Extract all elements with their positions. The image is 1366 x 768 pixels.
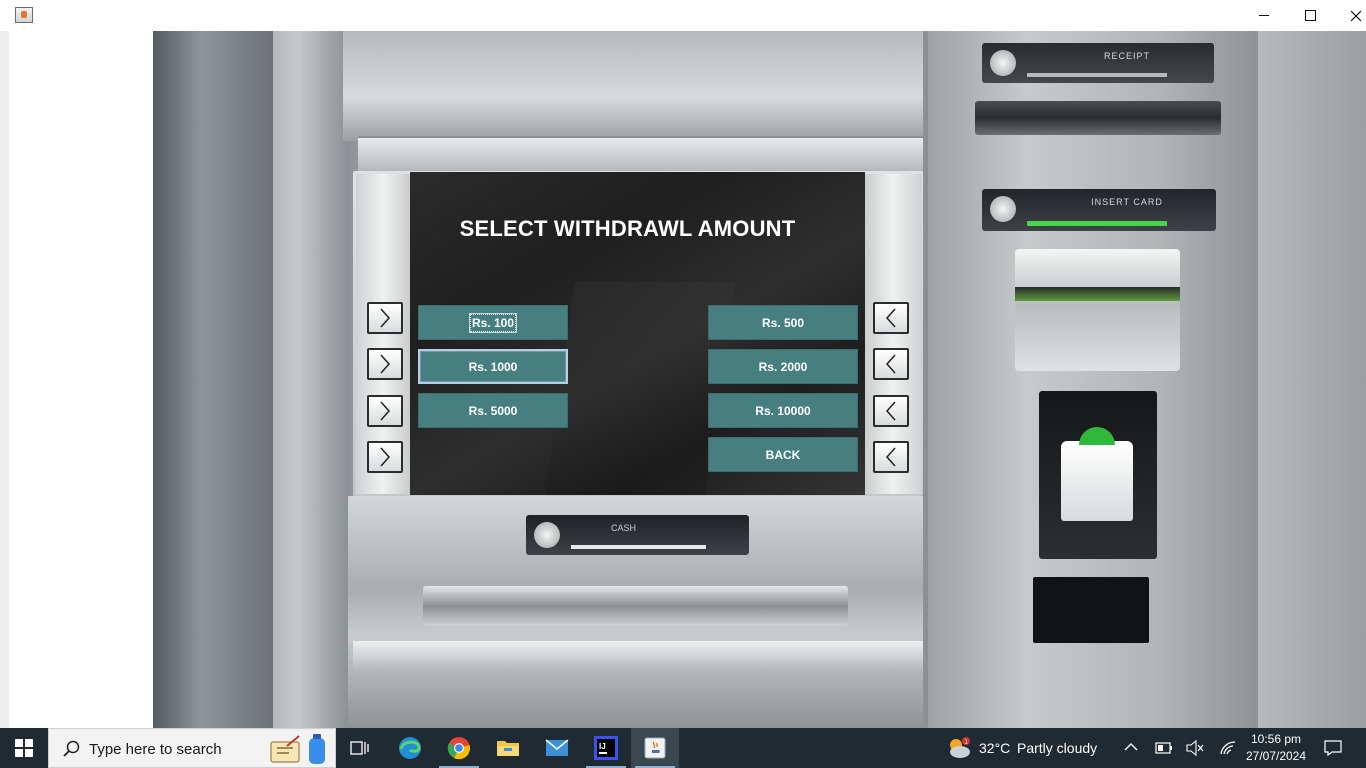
rs-10000-button[interactable]: Rs. 10000 [708,393,858,428]
chevron-left-icon [885,308,896,328]
maximize-button[interactable] [1287,0,1333,31]
intellij-button[interactable]: IJ [582,728,630,768]
weather-icon[interactable]: 1 [946,736,972,760]
atm-lower-ledge [353,641,923,671]
close-icon [1350,10,1362,21]
side-key-left-4[interactable] [367,441,403,473]
volume-muted-icon[interactable] [1186,740,1204,756]
edge-icon [399,737,421,759]
atm-top-panel [343,31,923,141]
side-key-left-1[interactable] [367,302,403,334]
rs-500-label: Rs. 500 [761,315,805,330]
side-key-left-2[interactable] [367,348,403,380]
window-frame-left [0,31,9,728]
mail-icon [545,739,569,756]
cash-plate: CASH [526,515,749,555]
side-key-left-3[interactable] [367,395,403,427]
atm-left-column [153,31,273,728]
chrome-button[interactable] [435,728,483,768]
atm-cash-slot [423,586,848,626]
window-empty-area [9,31,153,728]
side-key-right-1[interactable] [873,302,909,334]
keypad-panel [1039,391,1157,559]
window-titlebar [0,0,1366,31]
cash-indicator-icon [534,522,560,548]
intellij-icon: IJ [594,736,618,760]
notifications-icon[interactable] [1324,740,1342,756]
weather-temperature[interactable]: 32°C [979,740,1010,756]
cash-plate-text: CASH [611,523,637,533]
chevron-right-icon [380,447,391,467]
battery-icon[interactable] [1155,742,1173,754]
taskbar: Type here to search IJ 1 32°C Partly clo… [0,728,1366,768]
svg-text:IJ: IJ [599,742,606,751]
chevron-left-icon [885,447,896,467]
screen-title: SELECT WITHDRAWL AMOUNT [459,216,796,241]
file-explorer-icon [497,741,519,756]
rs-2000-button[interactable]: Rs. 2000 [708,349,858,384]
minimize-button[interactable] [1241,0,1287,31]
receipt-plate-line [1027,73,1167,77]
search-placeholder: Type here to search [89,741,222,758]
side-key-right-3[interactable] [873,395,909,427]
receipt-plate: RECEIPT [982,43,1214,83]
chevron-left-icon [885,401,896,421]
mail-button[interactable] [533,728,581,768]
card-indicator-icon [990,196,1016,222]
atm-top-bar [358,136,923,172]
keypad-key [1061,427,1133,521]
taskbar-search-box[interactable]: Type here to search [48,728,336,768]
card-reader-slot [1015,287,1180,301]
rs-5000-label: Rs. 5000 [468,403,518,418]
rs-100-button[interactable]: Rs. 100 [418,305,568,340]
show-hidden-icons-icon[interactable] [1124,742,1138,752]
task-view-button[interactable] [336,728,384,768]
receipt-indicator-icon [990,50,1016,76]
card-reader [1015,249,1180,371]
rs-500-button[interactable]: Rs. 500 [708,305,858,340]
back-label: BACK [765,447,801,462]
task-view-icon [350,741,369,755]
chevron-right-icon [380,308,391,328]
side-key-right-2[interactable] [873,348,909,380]
rs-1000-label: Rs. 1000 [468,359,518,374]
atm-lower-panel [1033,577,1149,643]
rs-1000-button[interactable]: Rs. 1000 [418,349,568,384]
weather-description[interactable]: Partly cloudy [1017,740,1097,756]
receipt-slot [975,101,1221,135]
card-status-light [1027,221,1167,226]
chevron-right-icon [380,401,391,421]
rs-2000-label: Rs. 2000 [758,359,808,374]
chrome-icon [447,737,470,760]
taskbar-clock[interactable]: 10:56 pm 27/07/2024 [1236,731,1316,765]
search-highlight-icon [270,734,325,764]
chevron-left-icon [885,354,896,374]
java-app-button[interactable] [631,728,679,768]
receipt-plate-text: RECEIPT [1103,51,1150,61]
clock-date: 27/07/2024 [1245,749,1307,763]
java-icon [644,737,666,759]
clock-time: 10:56 pm [1250,732,1302,746]
maximize-icon [1304,10,1316,21]
rs-5000-button[interactable]: Rs. 5000 [418,393,568,428]
card-plate: INSERT CARD [982,189,1216,231]
file-explorer-button[interactable] [484,728,532,768]
card-plate-text: INSERT CARD [1091,197,1163,207]
side-key-right-4[interactable] [873,441,909,473]
search-icon [63,740,80,757]
minimize-icon [1259,15,1269,16]
chevron-right-icon [380,354,391,374]
close-button[interactable] [1333,0,1366,31]
windows-logo-icon [15,739,33,757]
start-button[interactable] [0,728,48,768]
cash-plate-line [571,545,706,549]
edge-button[interactable] [386,728,434,768]
rs-100-label: Rs. 100 [468,312,518,333]
back-button[interactable]: BACK [708,437,858,472]
rs-10000-label: Rs. 10000 [755,403,811,418]
java-app-icon [15,7,33,23]
wifi-icon[interactable] [1219,740,1237,756]
